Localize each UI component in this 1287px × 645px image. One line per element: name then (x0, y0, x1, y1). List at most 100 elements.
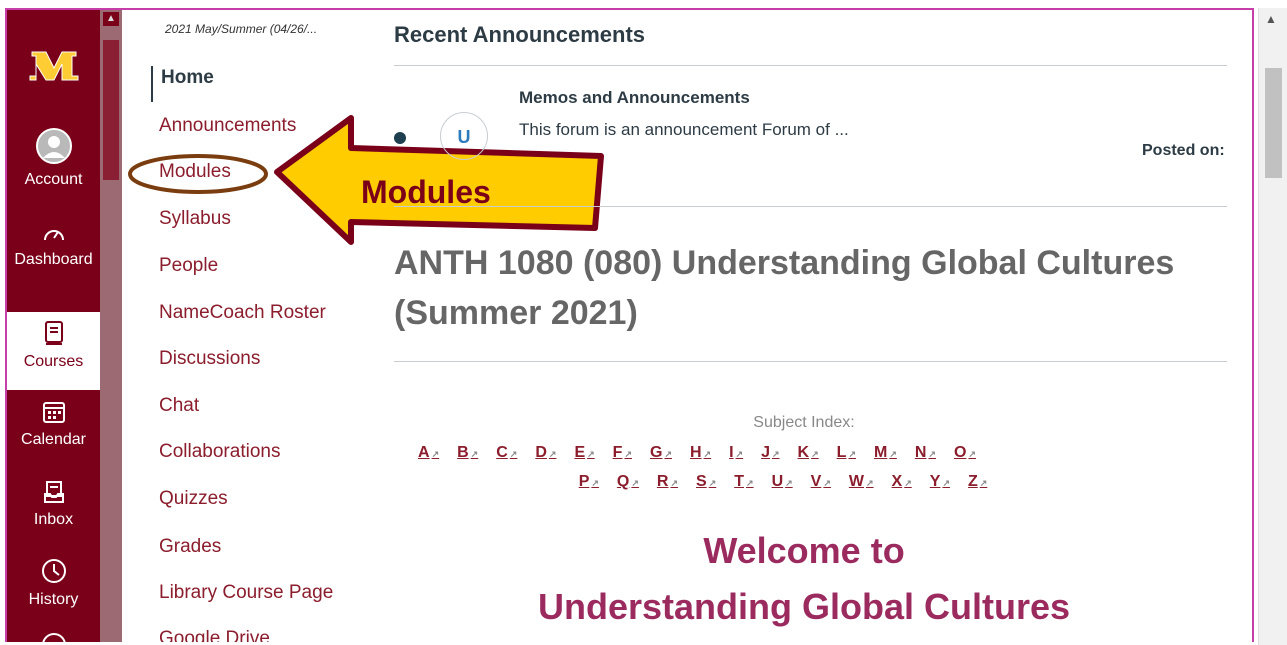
external-link-icon: ↗ (470, 449, 479, 459)
subject-index-link[interactable]: X ↗ (892, 473, 912, 490)
nav-calendar[interactable]: Calendar (7, 400, 100, 449)
external-link-icon: ↗ (889, 449, 897, 459)
external-link-icon: ↗ (848, 449, 856, 459)
subject-index-link[interactable]: M ↗ (874, 444, 897, 461)
nav-inbox-label: Inbox (33, 511, 74, 528)
nav-inbox[interactable]: Inbox (7, 480, 100, 529)
courses-book-icon (7, 320, 100, 351)
course-nav-namecoach[interactable]: NameCoach Roster (159, 302, 326, 324)
nav-scroll-thumb[interactable] (103, 40, 119, 180)
subject-index-link[interactable]: A ↗ (418, 444, 439, 461)
nav-scrollbar[interactable]: ▲ (100, 10, 122, 642)
nav-courses[interactable]: Courses (7, 312, 100, 390)
course-nav-library[interactable]: Library Course Page (159, 582, 333, 604)
scroll-up-arrow-icon[interactable]: ▲ (103, 12, 119, 26)
subject-index-label: Subject Index: (753, 414, 855, 431)
subject-index-link[interactable]: O ↗ (954, 444, 976, 461)
course-nav-chat[interactable]: Chat (159, 395, 199, 417)
nav-dashboard[interactable]: Dashboard (7, 224, 100, 269)
external-link-icon: ↗ (664, 449, 672, 459)
external-link-icon: ↗ (968, 449, 976, 459)
global-nav: Account Dashboard Courses Calendar Inbox (7, 10, 100, 642)
subject-index-link[interactable]: G ↗ (650, 444, 672, 461)
subject-index-link[interactable]: F ↗ (613, 444, 632, 461)
subject-index-link[interactable]: V ↗ (811, 473, 831, 490)
subject-index-link[interactable]: D ↗ (535, 444, 556, 461)
course-nav-quizzes[interactable]: Quizzes (159, 488, 228, 510)
course-term: 2021 May/Summer (04/26/... (165, 22, 318, 36)
subject-index-link[interactable]: L ↗ (837, 444, 856, 461)
subject-index-link[interactable]: K ↗ (798, 444, 819, 461)
subject-index-row-2: P ↗ Q ↗ R ↗ S ↗ T ↗ U ↗ V ↗ W ↗ X ↗ Y ↗ Z ↗ (382, 473, 1202, 491)
course-nav-discussions[interactable]: Discussions (159, 348, 260, 370)
calendar-icon (7, 400, 100, 429)
subject-index-link[interactable]: Q ↗ (617, 473, 639, 490)
external-link-icon: ↗ (591, 478, 599, 488)
subject-index-link[interactable]: T ↗ (734, 473, 753, 490)
page-scroll-thumb[interactable] (1265, 68, 1282, 178)
nav-calendar-label: Calendar (21, 431, 86, 448)
scroll-up-arrow-icon[interactable]: ▲ (1265, 12, 1277, 26)
dashboard-gauge-icon (7, 224, 100, 249)
subject-index-link[interactable]: H ↗ (690, 444, 711, 461)
nav-help-partial[interactable] (7, 632, 100, 642)
divider (394, 65, 1227, 66)
nav-history[interactable]: History (7, 558, 100, 609)
announcement-title[interactable]: Memos and Announcements (519, 88, 750, 108)
external-link-icon: ↗ (746, 478, 754, 488)
nav-account-label: Account (24, 171, 83, 188)
subject-index-link[interactable]: Y ↗ (930, 473, 950, 490)
external-link-icon: ↗ (979, 478, 988, 488)
nav-account[interactable]: Account (7, 128, 100, 189)
nav-courses-label: Courses (23, 353, 84, 370)
external-link-icon: ↗ (866, 478, 874, 488)
announcement-snippet: This forum is an announcement Forum of .… (519, 120, 849, 139)
main-content: Recent Announcements U Memos and Announc… (382, 10, 1242, 642)
subject-index-link[interactable]: W ↗ (849, 473, 874, 490)
subject-index-link[interactable]: J ↗ (761, 444, 779, 461)
subject-index-link[interactable]: I ↗ (729, 444, 743, 461)
inbox-icon (7, 480, 100, 509)
external-link-icon: ↗ (708, 478, 717, 488)
help-icon (7, 632, 100, 642)
external-link-icon: ↗ (772, 449, 780, 459)
avatar: U (440, 112, 488, 160)
history-clock-icon (7, 558, 100, 589)
subject-index-link[interactable]: N ↗ (915, 444, 936, 461)
external-link-icon: ↗ (942, 478, 950, 488)
subject-index-link[interactable]: U ↗ (772, 473, 793, 490)
course-nav-grades[interactable]: Grades (159, 536, 221, 558)
external-link-icon: ↗ (509, 449, 518, 459)
page-scrollbar[interactable]: ▲ (1258, 8, 1287, 645)
subject-index-link[interactable]: E ↗ (574, 444, 594, 461)
external-link-icon: ↗ (811, 449, 819, 459)
subject-index-link[interactable]: P ↗ (579, 473, 599, 490)
app-frame: Account Dashboard Courses Calendar Inbox (5, 8, 1254, 642)
announcement-posted-on: Posted on: (1142, 142, 1225, 159)
subject-index-link[interactable]: Z ↗ (968, 473, 987, 490)
external-link-icon: ↗ (624, 449, 632, 459)
nav-history-label: History (28, 591, 79, 608)
welcome-line-1: Welcome to (703, 530, 905, 571)
external-link-icon: ↗ (904, 478, 912, 488)
divider (394, 206, 1227, 207)
course-nav-syllabus[interactable]: Syllabus (159, 208, 231, 230)
subject-index-link[interactable]: C ↗ (496, 444, 517, 461)
subject-index-link[interactable]: R ↗ (657, 473, 678, 490)
external-link-icon: ↗ (823, 478, 831, 488)
subject-index-link[interactable]: B ↗ (457, 444, 478, 461)
subject-index-link[interactable]: S ↗ (696, 473, 716, 490)
external-link-icon: ↗ (631, 478, 639, 488)
course-nav-home[interactable]: Home (151, 66, 214, 102)
recent-announcements-heading: Recent Announcements (394, 22, 646, 47)
external-link-icon: ↗ (703, 449, 712, 459)
university-logo[interactable] (7, 50, 100, 89)
course-nav-collaborations[interactable]: Collaborations (159, 441, 280, 463)
course-nav-people[interactable]: People (159, 255, 218, 277)
external-link-icon: ↗ (431, 449, 440, 459)
modules-highlight-circle (128, 154, 268, 194)
external-link-icon: ↗ (587, 449, 595, 459)
course-nav-google-drive[interactable]: Google Drive (159, 628, 270, 642)
external-link-icon: ↗ (670, 478, 679, 488)
external-link-icon: ↗ (928, 449, 936, 459)
